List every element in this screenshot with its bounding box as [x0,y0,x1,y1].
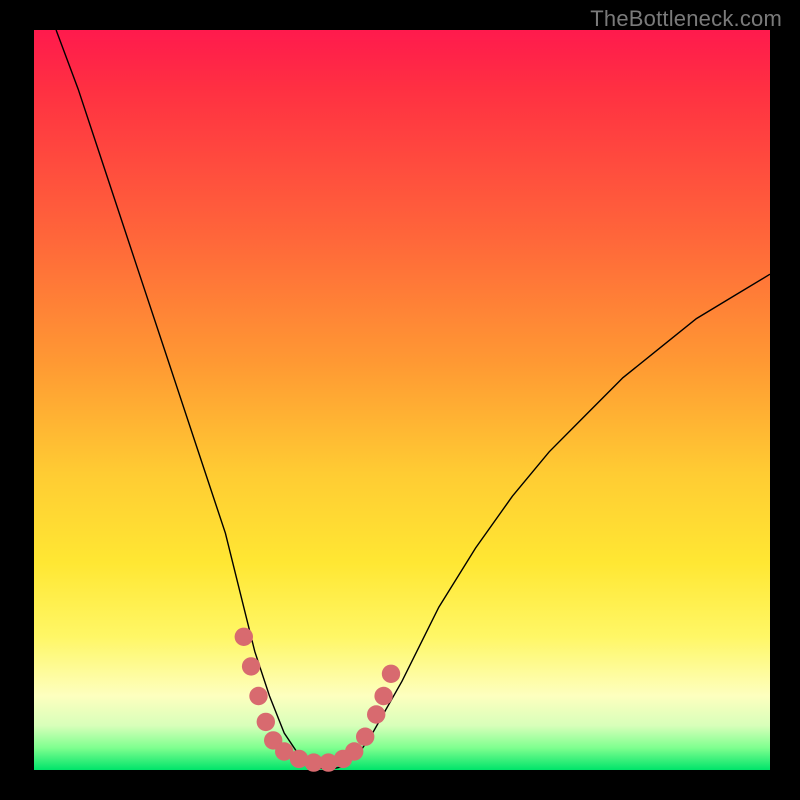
highlight-dot [345,742,363,760]
highlight-dot [242,657,260,675]
highlight-dot [367,705,385,723]
highlight-dot [249,687,267,705]
watermark-text: TheBottleneck.com [590,6,782,32]
curve-layer [34,30,770,770]
highlight-dot [257,713,275,731]
bottleneck-curve [56,30,770,770]
chart-frame: TheBottleneck.com [0,0,800,800]
highlight-dot [235,628,253,646]
plot-area [34,30,770,770]
highlight-dot [356,728,374,746]
highlight-dot [374,687,392,705]
highlight-dots-group [235,628,401,772]
highlight-dot [382,665,400,683]
